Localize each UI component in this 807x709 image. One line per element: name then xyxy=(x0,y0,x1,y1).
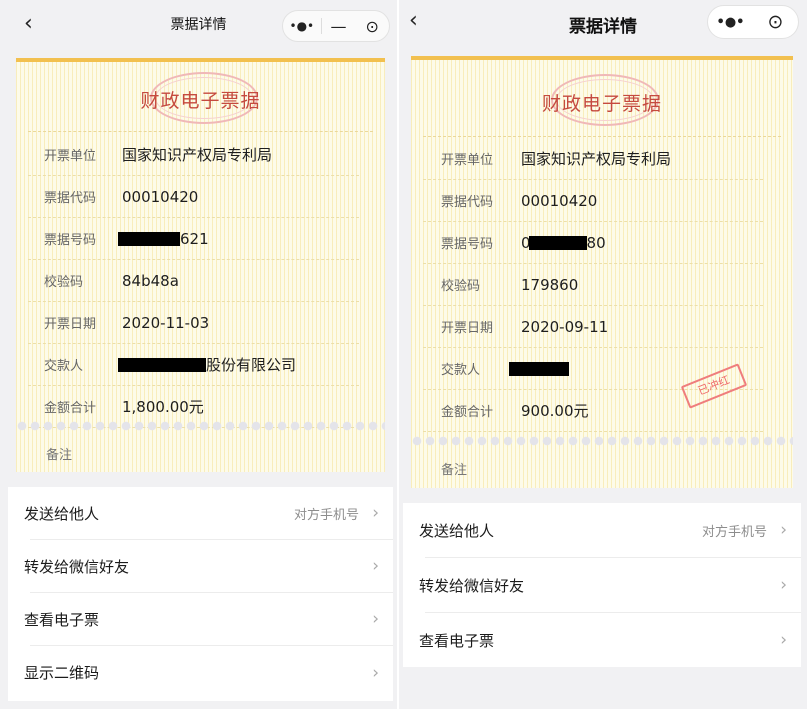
row-value: 0 80 xyxy=(521,234,606,252)
screenshot-composite: ‹ 票据详情 •●• — ⊙ 财政电子票据 开票单位 国家知识产权局专利局 票据… xyxy=(0,0,807,709)
row-number: 票据号码 0 80 xyxy=(423,222,763,264)
row-label: 校验码 xyxy=(441,279,481,294)
menu-show-qrcode[interactable]: 显示二维码 › xyxy=(24,646,393,699)
row-date: 开票日期 2020-09-11 xyxy=(423,306,763,348)
chevron-right-icon: › xyxy=(372,609,379,629)
chevron-right-icon: › xyxy=(780,520,787,540)
perforation-edge xyxy=(16,420,385,432)
row-label: 交款人 xyxy=(44,359,84,374)
title-divider xyxy=(28,131,373,132)
menu-label: 发送给他人 xyxy=(419,521,495,540)
row-checkcode: 校验码 179860 xyxy=(423,264,763,306)
action-menu: 发送给他人 对方手机号 › 转发给微信好友 › 查看电子票 › 显示二维码 › xyxy=(8,487,393,701)
row-label: 交款人 xyxy=(441,363,481,378)
row-label: 开票单位 xyxy=(441,153,494,168)
row-label: 票据代码 xyxy=(441,195,494,210)
row-label: 校验码 xyxy=(44,275,84,290)
row-date: 开票日期 2020-11-03 xyxy=(28,302,359,344)
chevron-right-icon: › xyxy=(372,556,379,576)
perforation-edge xyxy=(411,435,793,447)
minimize-icon[interactable]: — xyxy=(322,17,356,36)
row-label: 票据号码 xyxy=(441,237,494,252)
menu-forward-wechat[interactable]: 转发给微信好友 › xyxy=(24,540,393,593)
menu-send-to-others[interactable]: 发送给他人 对方手机号 › xyxy=(419,503,801,558)
menu-send-to-others[interactable]: 发送给他人 对方手机号 › xyxy=(24,487,393,540)
number-suffix: 80 xyxy=(586,233,606,252)
chevron-right-icon: › xyxy=(372,503,379,523)
row-issuer: 开票单位 国家知识产权局专利局 xyxy=(28,134,359,176)
row-code: 票据代码 00010420 xyxy=(28,176,359,218)
menu-forward-wechat[interactable]: 转发给微信好友 › xyxy=(419,558,801,613)
row-value: 国家知识产权局专利局 xyxy=(122,146,273,164)
menu-view-receipt[interactable]: 查看电子票 › xyxy=(419,613,801,667)
row-value xyxy=(509,361,569,376)
row-value: 84b48a xyxy=(122,271,179,290)
menu-label: 查看电子票 xyxy=(24,610,100,629)
row-value: 621 xyxy=(118,230,209,248)
chevron-right-icon: › xyxy=(780,575,787,595)
menu-hint: 对方手机号 xyxy=(293,507,359,523)
menu-label: 查看电子票 xyxy=(419,631,495,650)
row-value: 2020-11-03 xyxy=(122,313,210,332)
remark-label: 备注 xyxy=(441,462,468,478)
menu-hint: 对方手机号 xyxy=(701,524,767,540)
row-label: 开票日期 xyxy=(44,317,97,332)
menu-view-receipt[interactable]: 查看电子票 › xyxy=(24,593,393,646)
receipt-top-border xyxy=(16,58,385,62)
menu-label: 发送给他人 xyxy=(24,504,100,523)
row-issuer: 开票单位 国家知识产权局专利局 xyxy=(423,138,763,180)
row-label: 开票日期 xyxy=(441,321,494,336)
row-value: 股份有限公司 xyxy=(118,354,296,375)
nav-bar: ‹ 票据详情 •●• — ⊙ xyxy=(0,0,397,50)
row-value: 00010420 xyxy=(521,191,598,210)
row-label: 开票单位 xyxy=(44,149,97,164)
more-dots-icon[interactable]: •●• xyxy=(708,15,753,30)
number-suffix: 621 xyxy=(180,229,209,248)
row-label: 金额合计 xyxy=(44,401,97,416)
menu-label: 转发给微信好友 xyxy=(419,576,525,595)
receipt-title: 财政电子票据 xyxy=(541,93,662,115)
receipt-card: 财政电子票据 开票单位 国家知识产权局专利局 票据代码 00010420 票据号… xyxy=(16,58,385,472)
row-value: 1,800.00元 xyxy=(122,398,204,416)
row-value: 国家知识产权局专利局 xyxy=(521,150,672,168)
row-label: 票据号码 xyxy=(44,233,97,248)
receipt-card: 财政电子票据 开票单位 国家知识产权局专利局 票据代码 00010420 票据号… xyxy=(411,56,793,488)
row-checkcode: 校验码 84b48a xyxy=(28,260,359,302)
row-payer: 交款人 股份有限公司 xyxy=(28,344,359,386)
row-value: 00010420 xyxy=(122,187,199,206)
action-menu: 发送给他人 对方手机号 › 转发给微信好友 › 查看电子票 › xyxy=(403,503,801,667)
row-number: 票据号码 621 xyxy=(28,218,359,260)
right-phone-screen: ‹ 票据详情 •●• ⊙ 财政电子票据 开票单位 国家知识产权局专利局 票据代码… xyxy=(399,0,807,709)
target-circle-icon[interactable]: ⊙ xyxy=(355,17,389,36)
row-value: 2020-09-11 xyxy=(521,317,609,336)
row-code: 票据代码 00010420 xyxy=(423,180,763,222)
receipt-top-border xyxy=(411,56,793,60)
more-dots-icon[interactable]: •●• xyxy=(283,19,321,33)
remark-label: 备注 xyxy=(46,447,73,463)
nav-bar: ‹ 票据详情 •●• ⊙ xyxy=(399,0,807,50)
payer-suffix: 股份有限公司 xyxy=(206,356,297,374)
redaction-bar xyxy=(509,361,569,376)
menu-label: 转发给微信好友 xyxy=(24,557,130,576)
menu-label: 显示二维码 xyxy=(24,664,100,682)
target-circle-icon[interactable]: ⊙ xyxy=(753,11,798,33)
redaction-bar xyxy=(118,357,206,372)
chevron-right-icon: › xyxy=(780,630,787,650)
row-label: 票据代码 xyxy=(44,191,97,206)
receipt-title: 财政电子票据 xyxy=(140,90,261,112)
redaction-bar xyxy=(118,231,180,246)
row-value: 179860 xyxy=(521,275,579,294)
left-phone-screen: ‹ 票据详情 •●• — ⊙ 财政电子票据 开票单位 国家知识产权局专利局 票据… xyxy=(0,0,397,709)
mini-program-capsule: •●• ⊙ xyxy=(707,5,799,39)
redaction-bar xyxy=(528,235,587,250)
row-label: 金额合计 xyxy=(441,405,494,420)
chevron-right-icon: › xyxy=(372,662,379,683)
title-divider xyxy=(423,136,781,137)
mini-program-capsule: •●• — ⊙ xyxy=(282,10,390,42)
row-value: 900.00元 xyxy=(521,402,589,420)
